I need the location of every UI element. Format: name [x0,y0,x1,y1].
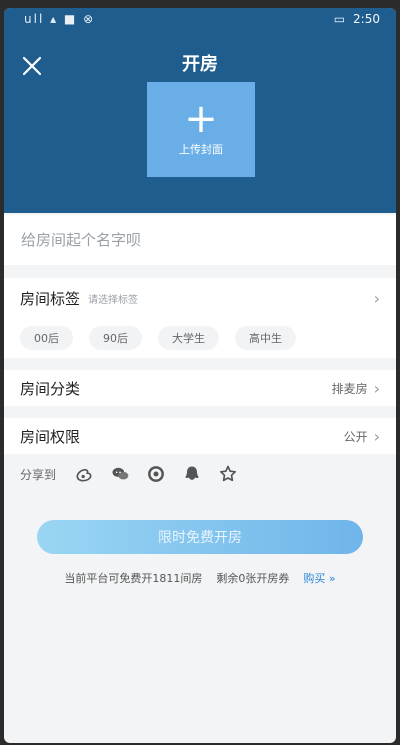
room-tags-title: 房间标签 [20,289,81,308]
share-icons [74,464,238,484]
header: ull ▴ ■ ⊗ ▭ 2:50 开房 + 上传封面 [4,8,396,213]
room-permission-value-wrap: 公开 › [344,427,380,446]
room-category-value-wrap: 排麦房 › [332,379,380,398]
upload-cover-button[interactable]: + 上传封面 [147,82,255,177]
free-rooms-text: 当前平台可免费开1811间房 [64,572,203,585]
tag-chip-00[interactable]: 00后 [20,326,73,350]
share-row: 分享到 [4,456,396,492]
weibo-icon[interactable] [74,464,94,484]
room-permission-title: 房间权限 [20,427,81,446]
room-tags-subtitle: 请选择标签 [88,294,139,306]
tag-chip-list: 00后 90后 大学生 高中生 [4,318,396,358]
room-name-input[interactable] [19,230,363,250]
room-tags-row[interactable]: 房间标签 请选择标签 › [4,278,396,318]
upload-cover-label: 上传封面 [179,142,223,156]
create-room-button[interactable]: 限时免费开房 [37,520,363,554]
wechat-icon[interactable] [110,464,130,484]
tag-chip-highschool[interactable]: 高中生 [235,326,296,350]
share-label: 分享到 [20,467,57,482]
status-left-icons: ull ▴ ■ ⊗ [24,12,96,26]
moments-icon[interactable] [146,464,166,484]
chevron-right-icon: › [373,288,380,308]
room-category-value: 排麦房 [331,381,368,396]
plus-icon: + [184,95,218,142]
room-category-title: 房间分类 [20,379,81,398]
status-bar: ull ▴ ■ ⊗ ▭ 2:50 [4,8,396,32]
tag-chip-college[interactable]: 大学生 [158,326,219,350]
remaining-vouchers-text: 剩余0张开房券 [216,572,290,585]
room-permission-value: 公开 [343,429,368,444]
room-category-section[interactable]: 房间分类 排麦房 › [4,370,396,406]
battery-icon: ▭ [333,12,346,26]
footer-info: 当前平台可免费开1811间房 剩余0张开房券 购买 » [4,570,396,586]
buy-link[interactable]: 购买 » [303,570,335,586]
qq-icon[interactable] [182,464,202,484]
page-title: 开房 [182,54,218,75]
status-right: ▭ 2:50 [334,12,380,26]
room-permission-section[interactable]: 房间权限 公开 › [4,418,396,454]
app-screen: ull ▴ ■ ⊗ ▭ 2:50 开房 + 上传封面 房间标签 请选择标签 › [4,8,396,743]
time: 2:50 [353,12,380,26]
tag-chip-90[interactable]: 90后 [89,326,142,350]
star-icon[interactable] [218,464,238,484]
chevron-right-icon: › [373,378,380,398]
chevron-right-icon: › [373,426,380,446]
room-name-section [4,215,396,265]
room-tags-section: 房间标签 请选择标签 › 00后 90后 大学生 高中生 [4,278,396,358]
